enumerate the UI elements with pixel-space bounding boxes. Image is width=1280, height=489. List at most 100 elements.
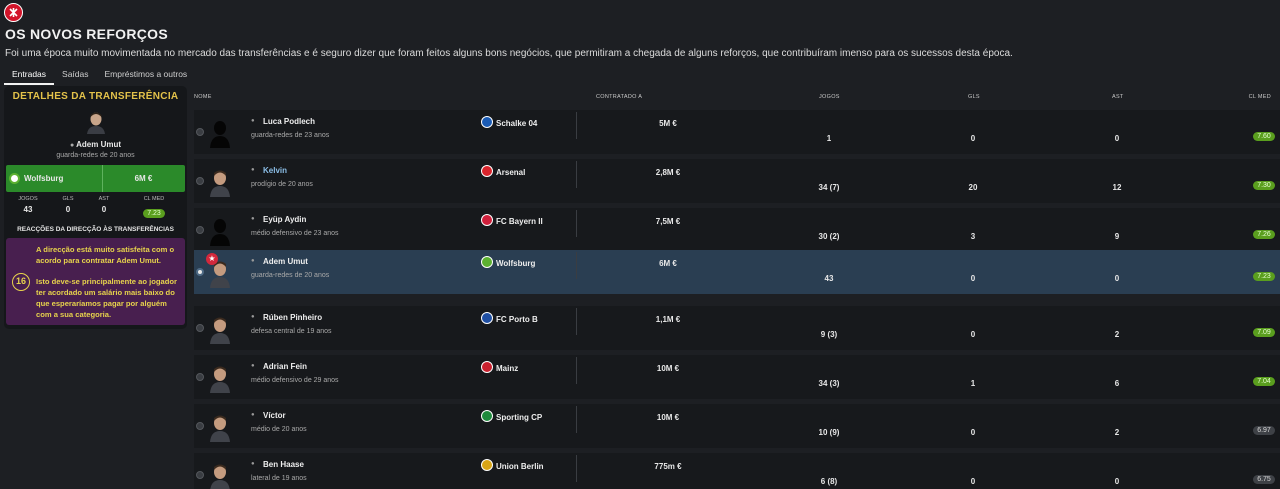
row-radio[interactable] [196,268,204,276]
table-row[interactable]: ● Kelvin prodígio de 20 anos Arsenal 2,8M € 3… [194,159,1280,203]
row-radio[interactable] [196,373,204,381]
row-radio[interactable] [196,128,204,136]
avg-rating-badge: 6.75 [1253,475,1275,484]
goals-value: 0 [970,477,976,486]
player-name[interactable]: Luca Podlech [263,117,315,126]
goals-value: 20 [968,183,978,192]
tab-entradas[interactable]: Entradas [4,66,55,85]
person-icon: ● [251,412,255,418]
assists-value: 0 [1114,134,1120,143]
panel-player-name: ● Adem Umut [69,140,122,149]
person-icon: ● [251,118,255,124]
divider [576,455,577,482]
row-radio[interactable] [196,422,204,430]
divider [576,406,577,433]
table-row[interactable]: ● Ben Haase lateral de 19 anos Union Berlin… [194,453,1280,489]
tab-emprestimos[interactable]: Empréstimos a outros [97,66,196,85]
player-name[interactable]: Eyüp Aydin [263,215,306,224]
club-name[interactable]: Wolfsburg [496,259,535,268]
stat-ast: AST 0 [98,196,110,214]
apps-value: 6 (8) [820,477,838,486]
club-crest-icon [481,116,493,128]
tab-bar: Entradas Saídas Empréstimos a outros [4,66,195,86]
stat-jogos: JOGOS 43 [18,196,38,214]
club-crest-icon [481,459,493,471]
person-icon: ● [251,258,255,264]
club-name[interactable]: Schalke 04 [496,119,537,128]
avg-rating-badge: 7.04 [1253,377,1275,386]
avg-rating-badge: 6.97 [1253,426,1275,435]
club-name[interactable]: FC Porto B [496,315,538,324]
player-name[interactable]: Rúben Pinheiro [263,313,322,322]
col-nome[interactable]: NOME [194,94,212,100]
assists-value: 2 [1114,330,1120,339]
reactions-box: A direcção está muito satisfeita com o a… [6,238,185,325]
table-row[interactable]: ★ ● Adem Umut guarda-redes de 20 anos Wolfsb… [194,250,1280,294]
table-row[interactable]: ● Rúben Pinheiro defesa central de 19 anos… [194,306,1280,350]
club-crest-icon [481,312,493,324]
col-contratado[interactable]: CONTRATADO A [596,94,642,100]
transfer-fee: 6M € [659,259,677,268]
player-name[interactable]: Adrian Fein [263,362,307,371]
assists-value: 0 [1114,477,1120,486]
transfer-details-panel: DETALHES DA TRANSFERÊNCIA ● Adem Umut gu… [4,86,187,329]
assists-value: 0 [1114,274,1120,283]
club-crest-icon [481,256,493,268]
person-icon: ● [251,216,255,222]
reaction-reason-text: Isto deve-se principalmente ao jogador t… [36,277,177,319]
club-crest-icon [481,165,493,177]
club-crest-icon [481,361,493,373]
player-desc: médio defensivo de 29 anos [251,377,339,384]
club-name[interactable]: Arsenal [496,168,525,177]
club-name[interactable]: Sporting CP [496,413,542,422]
col-gls[interactable]: GLS [968,94,980,100]
panel-club-name: Wolfsburg [24,174,64,183]
page-title: OS NOVOS REFORÇOS [5,26,169,42]
club-crest-icon [481,410,493,422]
col-ast[interactable]: AST [1112,94,1124,100]
row-radio[interactable] [196,177,204,185]
row-radio[interactable] [196,324,204,332]
player-desc: lateral de 19 anos [251,475,307,482]
table-row[interactable]: ● Adrian Fein médio defensivo de 29 anos Ma… [194,355,1280,399]
col-cl-med[interactable]: CL MED [1249,94,1271,100]
player-avatar [208,118,232,148]
player-name[interactable]: Kelvin [263,166,287,175]
goals-value: 0 [970,134,976,143]
player-name[interactable]: Adem Umut [263,257,308,266]
panel-stats: JOGOS 43 GLS 0 AST 0 CL MED 7.23 [4,196,187,220]
person-icon: ● [69,142,75,149]
goals-value: 3 [970,232,976,241]
player-name[interactable]: Víctor [263,411,286,420]
player-name[interactable]: Ben Haase [263,460,304,469]
transfer-fee: 7,5M € [655,217,681,226]
club-name[interactable]: FC Bayern II [496,217,543,226]
wolfsburg-logo-icon [9,173,20,184]
table-row[interactable]: ● Víctor médio de 20 anos Sporting CP 10M € 1… [194,404,1280,448]
divider [576,308,577,335]
club-name[interactable]: Mainz [496,364,518,373]
player-avatar [208,167,232,197]
club-name[interactable]: Union Berlin [496,462,544,471]
star-icon: ★ [206,253,218,265]
table-header: NOME CONTRATADO A JOGOS GLS AST CL MED [194,91,1280,105]
player-avatar [208,314,232,344]
col-jogos[interactable]: JOGOS [819,94,840,100]
avg-rating-badge: 7.09 [1253,328,1275,337]
transfer-fee: 2,8M € [655,168,681,177]
transfer-fee: 1,1M € [655,315,681,324]
reactions-title: REACÇÕES DA DIRECÇÃO ÀS TRANSFERÊNCIAS [17,226,174,233]
panel-title: DETALHES DA TRANSFERÊNCIA [12,91,179,102]
transfer-fee: 5M € [659,119,677,128]
player-desc: prodígio de 20 anos [251,181,313,188]
row-radio[interactable] [196,471,204,479]
reaction-text: A direcção está muito satisfeita com o a… [36,245,175,265]
tab-saidas[interactable]: Saídas [54,66,96,85]
row-radio[interactable] [196,226,204,234]
apps-value: 34 (3) [818,379,840,388]
divider [576,161,577,188]
divider [576,210,577,237]
table-row[interactable]: ● Luca Podlech guarda-redes de 23 anos Scha… [194,110,1280,154]
table-row[interactable]: ● Eyüp Aydin médio defensivo de 23 anos FC … [194,208,1280,252]
transfer-fee: 10M € [656,413,680,422]
